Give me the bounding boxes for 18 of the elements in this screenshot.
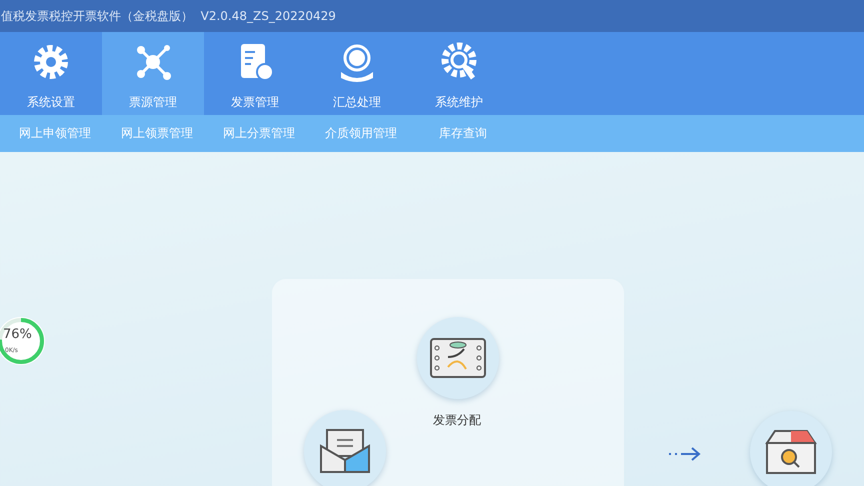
flow-node[interactable]	[750, 411, 832, 486]
shuffle-card-icon	[428, 335, 488, 381]
sub-nav-item[interactable]: 网上领票管理	[106, 125, 208, 142]
sub-nav-item[interactable]: 网上分票管理	[208, 125, 310, 142]
nav-tab[interactable]: 票源管理	[102, 32, 204, 115]
sub-nav-item[interactable]: 网上申领管理	[4, 125, 106, 142]
nav-tab[interactable]: 发票管理	[204, 32, 306, 115]
nav-tab[interactable]: 系统维护	[408, 32, 510, 115]
nav-tab[interactable]: 汇总处理	[306, 32, 408, 115]
sub-nav-item[interactable]: 介质领用管理	[310, 125, 412, 142]
flow-node[interactable]	[304, 410, 386, 486]
percent-text: 76%	[3, 327, 32, 342]
flow-node[interactable]	[417, 317, 499, 399]
nav-tab[interactable]: 系统设置	[0, 32, 102, 115]
dotted-arrow-icon	[668, 446, 702, 462]
sub-nav-item[interactable]: 库存查询	[412, 125, 514, 142]
node-label: 发票分配	[433, 412, 481, 429]
window-title: 值税发票税控开票软件（金税盘版） V2.0.48_ZS_20220429	[1, 8, 336, 24]
